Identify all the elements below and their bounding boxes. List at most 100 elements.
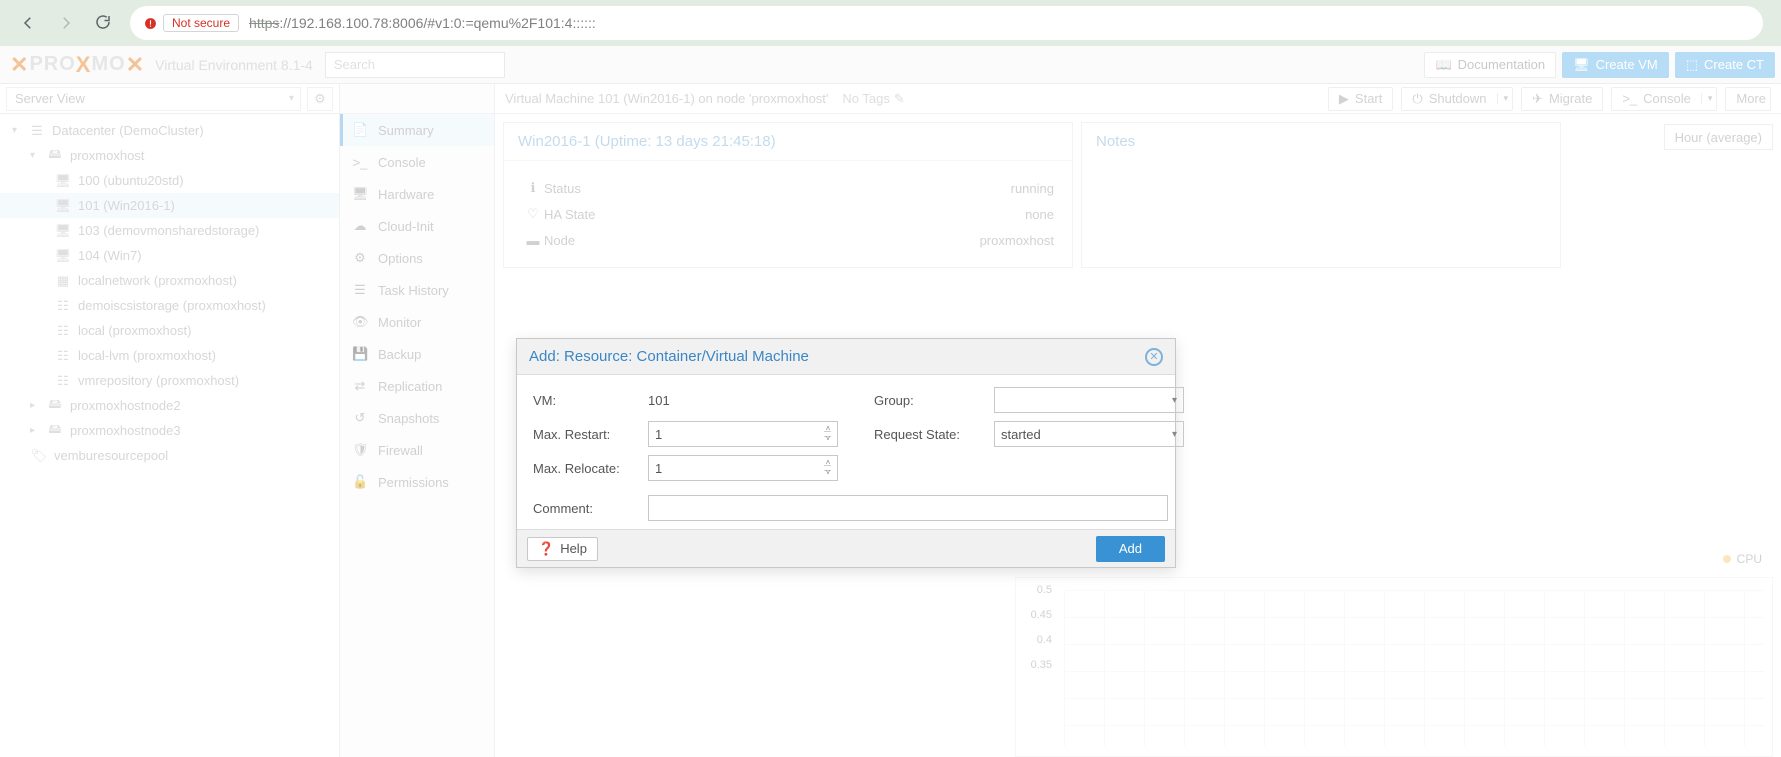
view-selector[interactable]: Server View [6,87,301,111]
monitor-icon: 🖥 [352,186,368,202]
list-icon: ☰ [352,282,368,298]
pencil-icon: ✎ [894,91,905,107]
group-label: Group: [874,393,994,408]
add-resource-dialog: Add: Resource: Container/Virtual Machine… [516,338,1176,568]
documentation-button[interactable]: 📖Documentation [1424,52,1556,78]
nav-taskhistory[interactable]: ☰Task History [340,274,494,306]
datacenter-icon: ☰ [28,124,46,138]
tree-node2[interactable]: ▸🖴proxmoxhostnode2 [0,393,339,418]
server-icon: 🖴 [46,149,64,163]
close-button[interactable]: ✕ [1145,348,1163,366]
nav-firewall[interactable]: 🛡Firewall [340,434,494,466]
network-icon: ▦ [54,274,72,288]
version-label: Virtual Environment 8.1-4 [155,57,313,73]
tree-pool[interactable]: 🏷vemburesourcepool [0,443,339,468]
vm-icon: 🖥 [54,249,72,263]
reload-button[interactable] [94,13,112,34]
group-select[interactable] [994,387,1184,413]
tree-local[interactable]: ☷local (proxmoxhost) [0,318,339,343]
gear-icon: ⚙ [314,91,326,107]
maxrestart-label: Max. Restart: [533,427,648,442]
node-value: proxmoxhost [980,233,1054,248]
close-icon: ✕ [1149,350,1158,363]
lock-icon: 🔓 [352,474,368,490]
status-panel: Win2016-1 (Uptime: 13 days 21:45:18) ℹSt… [503,122,1073,268]
cube-icon: ⬚ [1686,57,1698,73]
tree-vm-103[interactable]: 🖥103 (demovmonsharedstorage) [0,218,339,243]
nav-snapshots[interactable]: ↺Snapshots [340,402,494,434]
more-button[interactable]: More [1725,87,1771,111]
tree-node3[interactable]: ▸🖴proxmoxhostnode3 [0,418,339,443]
notes-title: Notes [1082,123,1560,160]
tree-vmrepo[interactable]: ☷vmrepository (proxmoxhost) [0,368,339,393]
shutdown-button[interactable]: ⏻Shutdown▾ [1401,87,1513,111]
chevron-down-icon[interactable]: ▾ [1701,93,1713,104]
nav-permissions[interactable]: 🔓Permissions [340,466,494,498]
tree-datacenter[interactable]: ▾☰Datacenter (DemoCluster) [0,118,339,143]
terminal-icon: >_ [352,155,368,170]
book-icon: 📄 [352,122,368,138]
add-button[interactable]: Add [1096,536,1165,562]
tree-vm-101[interactable]: 🖥101 (Win2016-1) [0,193,339,218]
page-title: Virtual Machine 101 (Win2016-1) on node … [505,91,828,106]
monitor-icon: 🖥 [1573,57,1590,73]
gear-icon: ⚙ [352,250,368,266]
console-button[interactable]: >_Console▾ [1611,87,1717,111]
nav-monitor[interactable]: 👁Monitor [340,306,494,338]
forward-button[interactable] [56,13,76,33]
not-secure-icon: Not secure [144,14,239,32]
server-icon: 🖴 [46,399,64,413]
url-text: https://192.168.100.78:8006/#v1:0:=qemu%… [249,15,596,31]
tree-locallvm[interactable]: ☷local-lvm (proxmoxhost) [0,343,339,368]
nav-replication[interactable]: ⇄Replication [340,370,494,402]
migrate-button[interactable]: ✈Migrate [1521,87,1603,111]
storage-icon: ☷ [54,374,72,388]
power-icon: ⏻ [1412,91,1422,107]
ytick: 0.35 [1024,659,1052,671]
address-bar[interactable]: Not secure https://192.168.100.78:8006/#… [130,6,1763,40]
reqstate-select[interactable]: started [994,421,1184,447]
chart-legend: CPU [1723,552,1762,566]
cloud-icon: ☁ [352,218,368,234]
terminal-icon: >_ [1622,91,1637,106]
search-input[interactable]: Search [325,52,505,78]
browser-bar: Not secure https://192.168.100.78:8006/#… [0,0,1781,46]
comment-input[interactable] [648,495,1168,521]
ha-label: HA State [544,207,1025,222]
shield-icon: 🛡 [352,442,368,458]
help-button[interactable]: ❓Help [527,537,598,561]
notags-label[interactable]: No Tags✎ [842,91,904,107]
nav-backup[interactable]: 💾Backup [340,338,494,370]
reqstate-label: Request State: [874,427,994,442]
maxrestart-input[interactable]: 1˄˅ [648,421,838,447]
settings-button[interactable]: ⚙ [307,87,333,111]
back-button[interactable] [18,13,38,33]
book-icon: 📖 [1435,57,1451,73]
storage-icon: ☷ [54,299,72,313]
ytick: 0.4 [1024,634,1052,646]
server-icon: 🖴 [46,424,64,438]
nav-cloudinit[interactable]: ☁Cloud-Init [340,210,494,242]
chevron-down-icon[interactable]: ▾ [1497,93,1509,104]
create-ct-button[interactable]: ⬚Create CT [1675,52,1775,78]
ha-value: none [1025,207,1054,222]
create-vm-button[interactable]: 🖥Create VM [1562,52,1669,78]
vm-icon: 🖥 [54,199,72,213]
nav-options[interactable]: ⚙Options [340,242,494,274]
nav-console[interactable]: >_Console [340,146,494,178]
vm-label: VM: [533,393,648,408]
nav-hardware[interactable]: 🖥Hardware [340,178,494,210]
ytick: 0.5 [1024,584,1052,596]
history-icon: ↺ [352,410,368,426]
node-label: Node [544,233,980,248]
nav-summary[interactable]: 📄Summary [340,114,494,146]
send-icon: ✈ [1532,91,1543,107]
vm-value: 101 [648,393,838,408]
tree-node-proxmoxhost[interactable]: ▾🖴proxmoxhost [0,143,339,168]
start-button[interactable]: ▶Start [1328,87,1393,111]
tree-vm-100[interactable]: 🖥100 (ubuntu20std) [0,168,339,193]
maxrelocate-input[interactable]: 1˄˅ [648,455,838,481]
tree-network[interactable]: ▦localnetwork (proxmoxhost) [0,268,339,293]
tree-vm-104[interactable]: 🖥104 (Win7) [0,243,339,268]
tree-iscsi[interactable]: ☷demoiscsistorage (proxmoxhost) [0,293,339,318]
